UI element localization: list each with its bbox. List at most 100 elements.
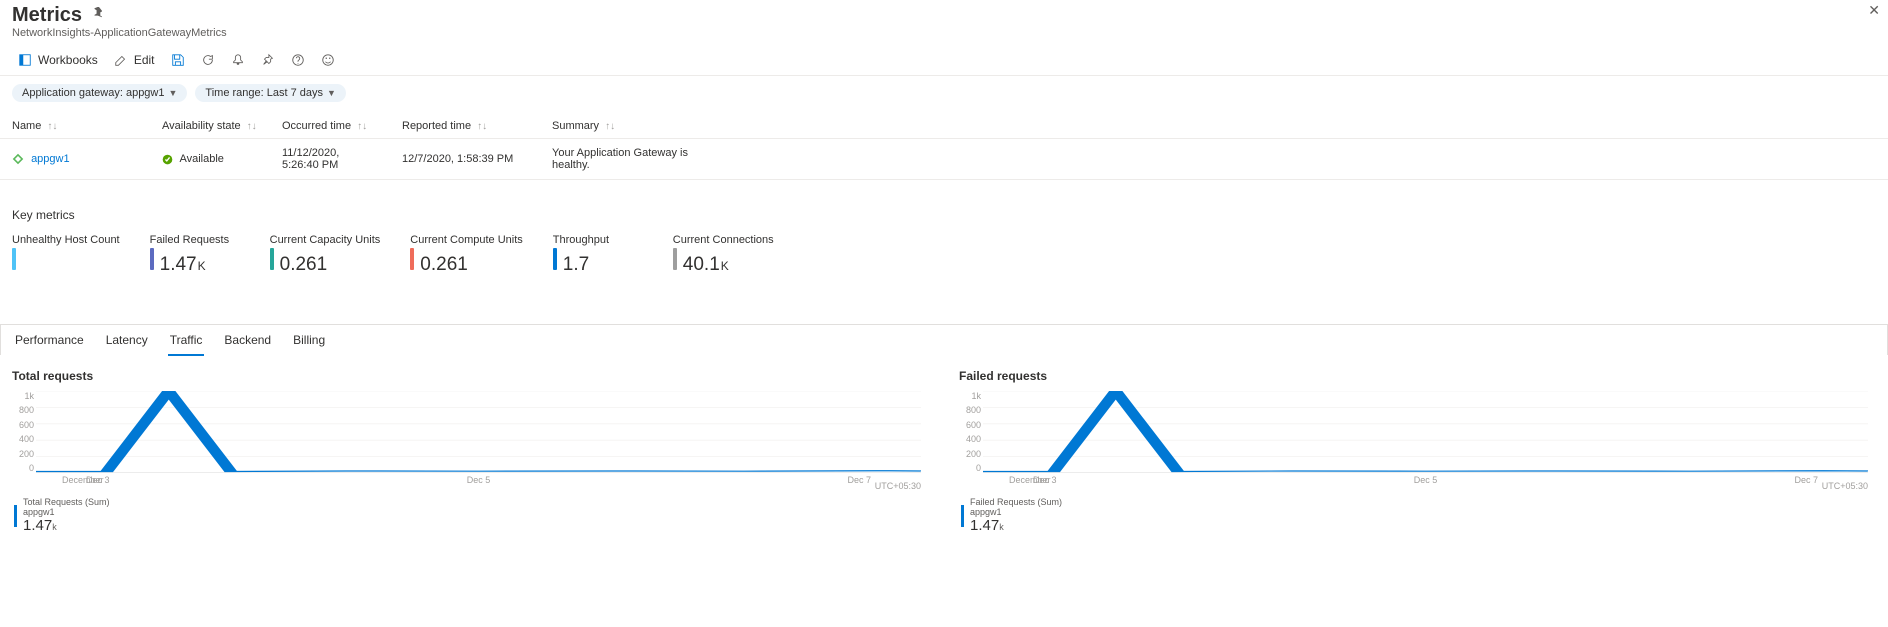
tab-performance[interactable]: Performance <box>13 325 86 355</box>
feedback-button[interactable] <box>315 49 341 71</box>
bell-icon <box>231 53 245 67</box>
kpi-value: 40.1 <box>683 255 720 274</box>
kpi-card[interactable]: Current Compute Units 0.261 <box>410 234 523 274</box>
chart-card: Total requests 1k8006004002000 DecemberD… <box>12 363 929 534</box>
chevron-down-icon: ▼ <box>327 88 336 98</box>
help-icon <box>291 53 305 67</box>
availability-state: Available <box>179 153 223 165</box>
col-reported[interactable]: Reported time↑↓ <box>390 114 540 139</box>
edit-button[interactable]: Edit <box>108 49 161 71</box>
refresh-button[interactable] <box>195 49 221 71</box>
chart-title: Total requests <box>12 369 929 383</box>
resource-table: Name↑↓ Availability state↑↓ Occurred tim… <box>0 114 1888 180</box>
kpi-card[interactable]: Unhealthy Host Count <box>12 234 120 274</box>
legend-series-sub: appgw1 <box>23 507 110 517</box>
timezone-label: UTC+05:30 <box>1822 481 1868 491</box>
kpi-title: Current Compute Units <box>410 234 523 246</box>
kpi-color-bar <box>270 248 274 270</box>
occurred-time: 11/12/2020, 5:26:40 PM <box>270 139 390 180</box>
kpi-card[interactable]: Throughput 1.7 <box>553 234 643 274</box>
legend-unit: k <box>52 522 57 532</box>
kpi-value: 1.47 <box>160 255 197 274</box>
chart-legend: Failed Requests (Sum) appgw1 1.47k <box>961 497 1876 534</box>
chart-plot[interactable]: 1k8006004002000 DecemberDec 3Dec 5Dec 7 … <box>983 391 1868 491</box>
col-name[interactable]: Name↑↓ <box>0 114 150 139</box>
workbook-icon <box>18 53 32 67</box>
chart-legend: Total Requests (Sum) appgw1 1.47k <box>14 497 929 534</box>
y-axis-labels: 1k8006004002000 <box>12 391 34 473</box>
kpi-color-bar <box>410 248 414 270</box>
chevron-down-icon: ▼ <box>168 88 177 98</box>
save-button[interactable] <box>165 49 191 71</box>
charts-row: Total requests 1k8006004002000 DecemberD… <box>0 355 1888 542</box>
tab-backend[interactable]: Backend <box>222 325 273 355</box>
kpi-value: 1.7 <box>563 255 589 274</box>
kpi-color-bar <box>553 248 557 270</box>
filter-gateway-label: Application gateway: appgw1 <box>22 87 164 99</box>
kpi-card[interactable]: Current Capacity Units 0.261 <box>270 234 381 274</box>
y-axis-labels: 1k8006004002000 <box>959 391 981 473</box>
kpi-card[interactable]: Current Connections 40.1 K <box>673 234 774 274</box>
table-row[interactable]: appgw1 Available 11/12/2020, 5:26:40 PM … <box>0 139 1888 180</box>
close-icon[interactable]: ✕ <box>1868 2 1880 19</box>
filter-gateway[interactable]: Application gateway: appgw1 ▼ <box>12 84 187 102</box>
legend-value: 1.47 <box>23 517 52 534</box>
kpi-value: 0.261 <box>420 255 468 274</box>
col-summary[interactable]: Summary↑↓ <box>540 114 720 139</box>
tab-traffic[interactable]: Traffic <box>168 325 205 355</box>
kpi-title: Failed Requests <box>150 234 240 246</box>
legend-unit: k <box>999 522 1004 532</box>
summary-text: Your Application Gateway is healthy. <box>540 139 720 180</box>
table-header-row: Name↑↓ Availability state↑↓ Occurred tim… <box>0 114 1888 139</box>
workbooks-label: Workbooks <box>38 53 98 67</box>
chart-plot[interactable]: 1k8006004002000 DecemberDec 3Dec 5Dec 7 … <box>36 391 921 491</box>
kpi-title: Unhealthy Host Count <box>12 234 120 246</box>
kpi-color-bar <box>12 248 16 270</box>
edit-label: Edit <box>134 53 155 67</box>
pin-button[interactable] <box>255 49 281 71</box>
pin-icon[interactable] <box>90 7 104 24</box>
status-available-icon <box>162 153 177 165</box>
page-subtitle: NetworkInsights-ApplicationGatewayMetric… <box>12 27 1876 39</box>
col-occurred[interactable]: Occurred time↑↓ <box>270 114 390 139</box>
col-availability[interactable]: Availability state↑↓ <box>150 114 270 139</box>
toolbar: Workbooks Edit <box>0 45 1888 76</box>
legend-value: 1.47 <box>970 517 999 534</box>
filter-timerange[interactable]: Time range: Last 7 days ▼ <box>195 84 346 102</box>
tab-bar: Performance Latency Traffic Backend Billing <box>0 324 1888 355</box>
kpi-value: 0.261 <box>280 255 328 274</box>
resource-link[interactable]: appgw1 <box>31 153 70 165</box>
legend-series-name: Total Requests (Sum) <box>23 497 110 507</box>
alert-button[interactable] <box>225 49 251 71</box>
pin-toolbar-icon <box>261 53 275 67</box>
kpi-card[interactable]: Failed Requests 1.47 K <box>150 234 240 274</box>
refresh-icon <box>201 53 215 67</box>
kpi-title: Current Capacity Units <box>270 234 381 246</box>
save-icon <box>171 53 185 67</box>
chart-card: Failed requests 1k8006004002000 December… <box>959 363 1876 534</box>
filter-timerange-label: Time range: Last 7 days <box>205 87 323 99</box>
legend-series-sub: appgw1 <box>970 507 1062 517</box>
key-metrics-title: Key metrics <box>0 180 1888 230</box>
reported-time: 12/7/2020, 1:58:39 PM <box>390 139 540 180</box>
kpi-unit: K <box>721 259 729 273</box>
kpi-unit: K <box>198 259 206 273</box>
kpi-title: Throughput <box>553 234 643 246</box>
edit-icon <box>114 53 128 67</box>
x-axis-labels: DecemberDec 3Dec 5Dec 7 <box>36 475 921 491</box>
resource-icon <box>12 153 28 165</box>
legend-series-name: Failed Requests (Sum) <box>970 497 1062 507</box>
kpi-color-bar <box>673 248 677 270</box>
tab-latency[interactable]: Latency <box>104 325 150 355</box>
tab-billing[interactable]: Billing <box>291 325 327 355</box>
kpi-title: Current Connections <box>673 234 774 246</box>
kpi-row: Unhealthy Host Count Failed Requests 1.4… <box>0 230 1888 278</box>
smiley-icon <box>321 53 335 67</box>
legend-color-bar <box>14 505 17 527</box>
workbooks-button[interactable]: Workbooks <box>12 49 104 71</box>
kpi-color-bar <box>150 248 154 270</box>
timezone-label: UTC+05:30 <box>875 481 921 491</box>
help-button[interactable] <box>285 49 311 71</box>
chart-title: Failed requests <box>959 369 1876 383</box>
legend-color-bar <box>961 505 964 527</box>
